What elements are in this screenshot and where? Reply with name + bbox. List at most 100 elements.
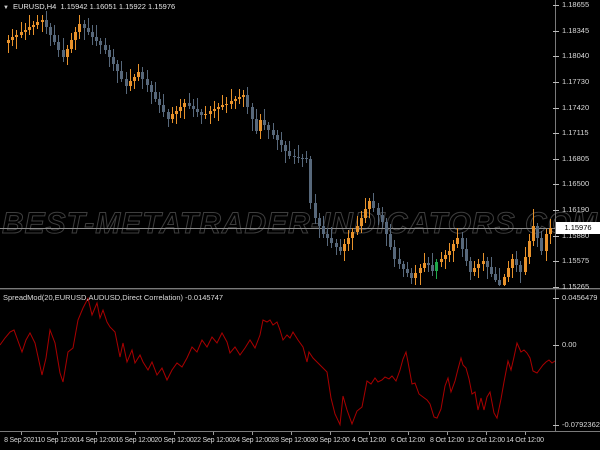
time-tick-mark [135,432,136,435]
indicator-tick-label: -0.0792362 [562,420,600,429]
candle-body [385,222,388,234]
price-tick-label: 1.16805 [562,154,590,163]
price-tick-label: 1.17420 [562,103,590,112]
candle-body [356,226,359,232]
candle-body [440,259,443,262]
candle-body [112,57,115,64]
indicator-tick-label: 0.00 [562,340,577,349]
candle-body [368,201,371,209]
candlestick-canvas[interactable] [0,0,556,290]
candle-body [410,273,413,278]
time-tick-label: 22 Sep 12:00 [193,437,233,444]
time-tick-mark [213,432,214,435]
candle-body [28,27,31,30]
time-tick-label: 14 Sep 12:00 [76,437,116,444]
price-tick-label: 1.18040 [562,51,590,60]
candle-body [335,243,338,247]
candle-body [309,159,312,203]
candle-body [125,79,128,86]
price-tick-mark [553,287,559,288]
candle-body [389,234,392,247]
candle-body [196,109,199,112]
indicator-tick-mark [553,298,559,299]
candle-body [431,265,434,271]
indicator-line-canvas[interactable] [0,290,556,431]
candle-body [158,99,161,105]
price-tick-mark [553,82,559,83]
indicator-tick-label: 0.0456479 [562,293,598,302]
candle-body [24,30,27,32]
candle-body [15,35,18,37]
candle-body [91,32,94,37]
time-tick-mark [447,432,448,435]
candle-body [507,268,510,277]
time-tick-mark [291,432,292,435]
price-tick-mark [553,159,559,160]
candle-body [536,226,539,238]
candle-body [20,32,23,35]
main-price-chart[interactable]: BEST-METATRADER-INDICATORS.COM ▼ EURUSD,H… [0,0,598,290]
time-tick-label: 16 Sep 12:00 [115,437,155,444]
price-tick-mark [553,56,559,57]
candle-body [276,135,279,140]
indicator-subwindow[interactable]: SpreadMod(20,EURUSD,AUDUSD,Direct Correl… [0,290,556,431]
candle-body [32,25,35,27]
price-tick-mark [553,5,559,6]
candle-body [305,158,308,159]
candle-body [381,215,384,222]
candle-body [314,203,317,218]
candle-body [238,97,241,99]
candle-body [255,119,258,131]
candle-body [339,247,342,251]
candle-body [284,145,287,151]
candle-body [519,265,522,272]
candle-body [414,273,417,278]
candle-body [473,268,476,272]
candle-body [129,81,132,86]
time-tick-label: 30 Sep 12:00 [310,437,350,444]
candle-body [545,234,548,251]
candle-body [465,249,468,261]
candle-body [503,277,506,285]
candle-body [183,103,186,107]
candle-body [11,37,14,40]
candle-body [217,107,220,109]
time-tick-label: 8 Sep 2021 [4,437,38,444]
price-tick-label: 1.17115 [562,128,589,137]
candle-body [213,109,216,111]
candle-body [83,24,86,28]
candle-body [225,104,228,105]
candle-body [456,238,459,244]
time-tick-mark [96,432,97,435]
time-tick-label: 10 Sep 12:00 [37,437,77,444]
price-tick-mark [553,261,559,262]
candle-body [209,111,212,114]
candle-body [78,24,81,32]
price-tick-label: 1.18655 [562,0,590,9]
candle-body [74,32,77,40]
candle-body [528,241,531,257]
time-tick-mark [525,432,526,435]
price-tick-mark [553,236,559,237]
candle-body [482,261,485,264]
chart-marker-icon: ▼ [3,5,9,11]
time-tick-label: 4 Oct 12:00 [352,437,386,444]
candle-body [524,257,527,272]
time-axis[interactable]: 8 Sep 2021 10 Sep 12:00 14 Sep 12:00 16 Sep… [0,432,600,450]
price-tick-label: 1.15575 [562,256,590,265]
time-tick-label: 28 Sep 12:00 [271,437,311,444]
candle-body [419,268,422,273]
panel-separator-shadow [0,289,600,290]
indicator-value: -0.0145747 [185,293,224,302]
indicator-tick-mark [553,345,559,346]
candle-body [175,111,178,114]
candle-body [66,49,69,57]
candle-body [393,247,396,259]
price-axis[interactable]: 1.15976 1.18655 1.18345 1.18040 1.17730 1.17… [553,0,600,431]
candle-body [246,95,249,107]
price-tick-mark [553,31,559,32]
candle-body [62,50,65,57]
candle-body [120,71,123,79]
candle-body [486,261,489,267]
candle-body [423,263,426,268]
